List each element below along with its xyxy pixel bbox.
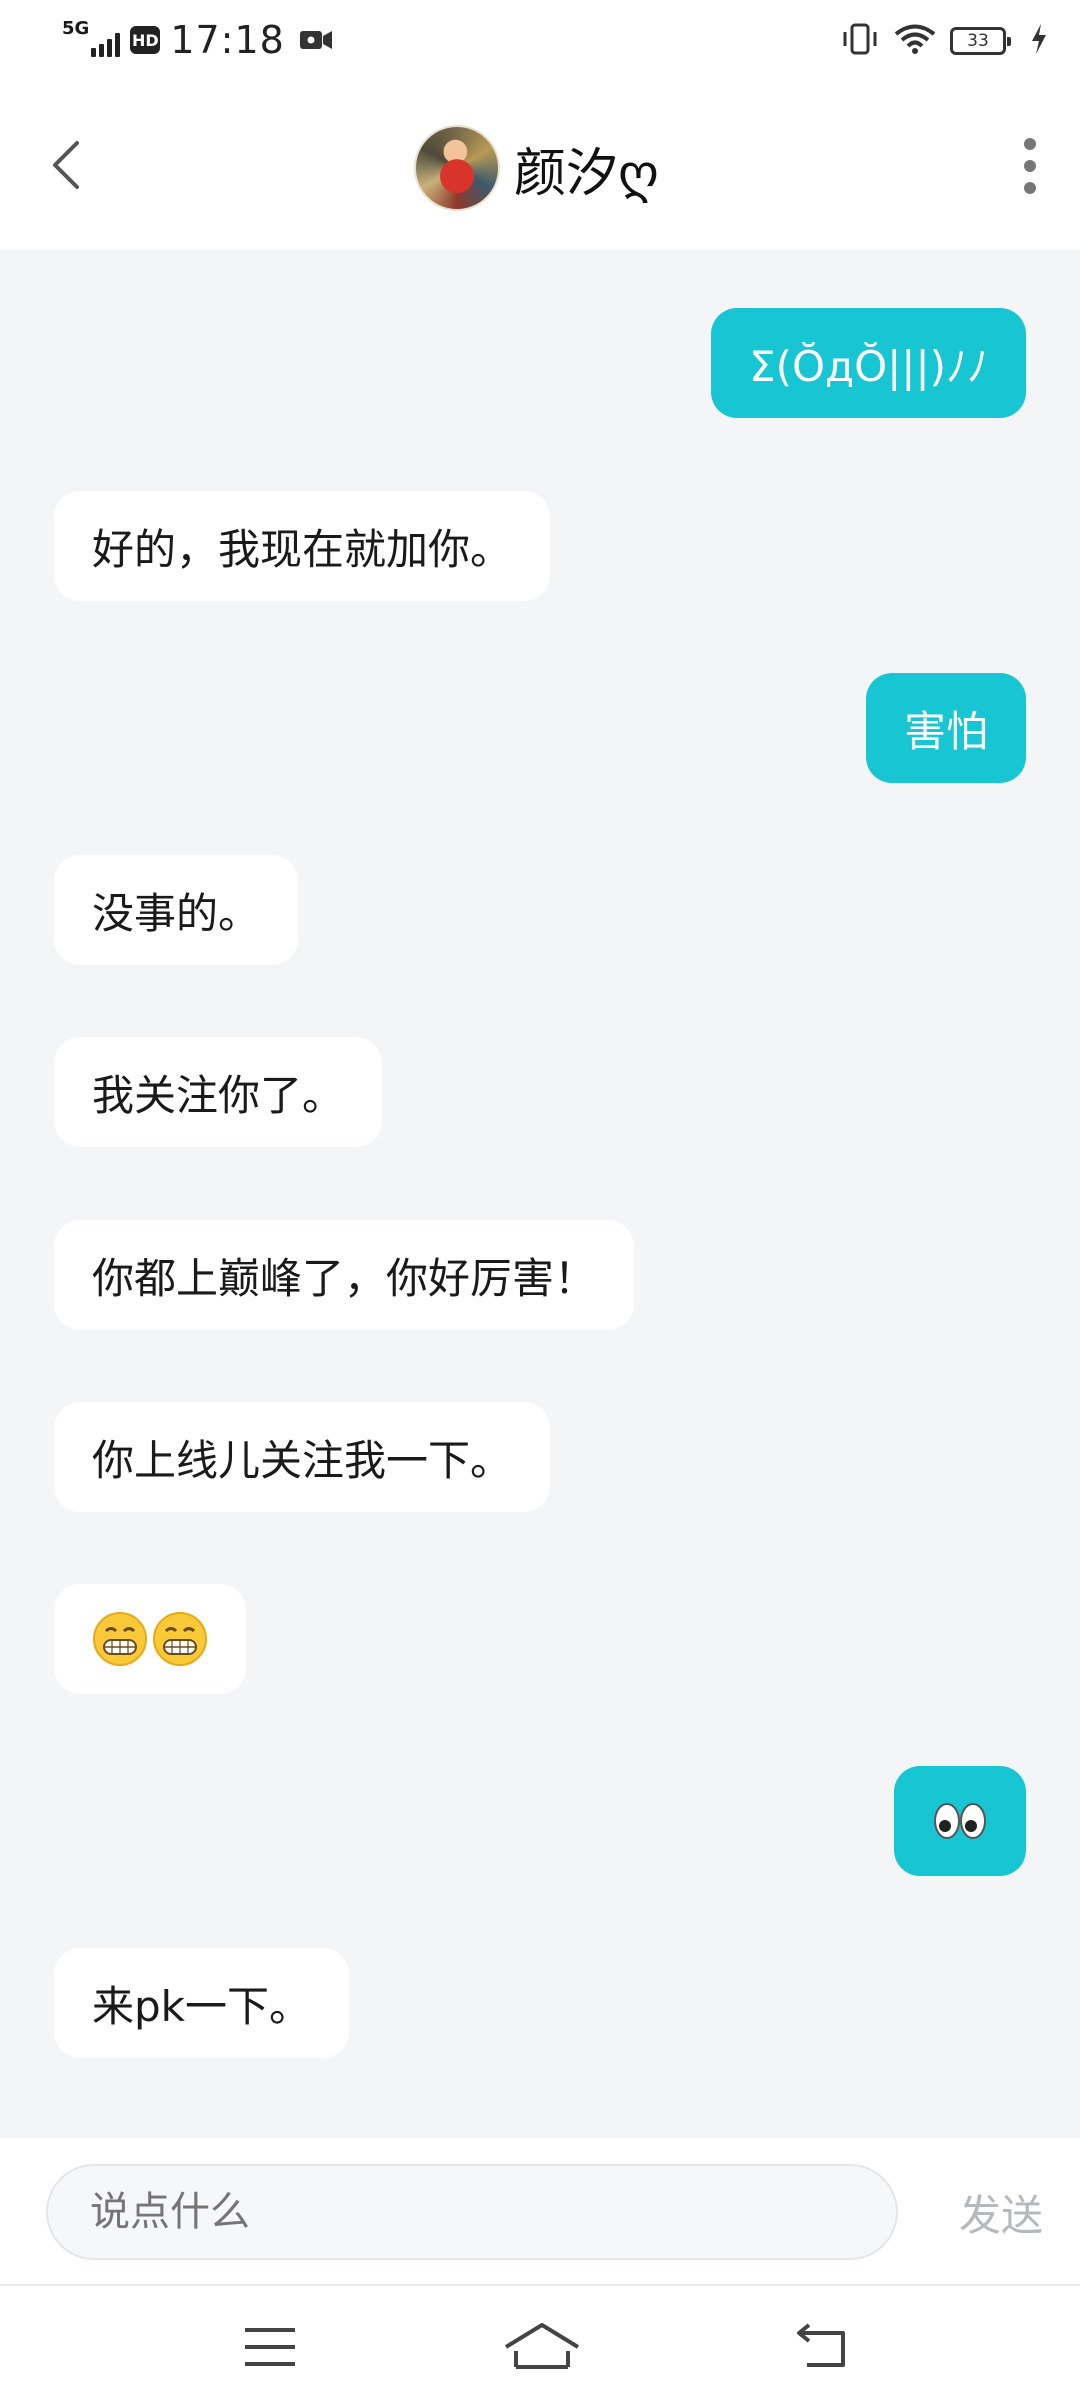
- message-text: 我关注你了。: [92, 1070, 345, 1120]
- message-bubble-outgoing[interactable]: Σ(ŎдŎ|||)ﾉﾉ: [711, 308, 1026, 418]
- message-bubble-outgoing[interactable]: [894, 1766, 1026, 1876]
- system-nav-bar: [0, 2286, 1080, 2408]
- home-icon: [504, 2323, 580, 2369]
- avatar[interactable]: [414, 125, 500, 211]
- message-list[interactable]: Σ(ŎдŎ|||)ﾉﾉ 好的，我现在就加你。 害怕 没事的。 我关注你了。 你都…: [0, 250, 1080, 2138]
- message-text: 你都上巅峰了，你好厉害！: [92, 1253, 597, 1303]
- back-button[interactable]: [38, 132, 94, 198]
- back-icon: [53, 141, 79, 189]
- home-button[interactable]: [500, 2314, 584, 2380]
- status-right: 33: [840, 18, 1048, 64]
- message-input[interactable]: [46, 2164, 898, 2260]
- wifi-icon: [894, 23, 936, 59]
- message-bubble-incoming[interactable]: 来pk一下。: [54, 1948, 349, 2058]
- eyes-emoji: [934, 1803, 986, 1839]
- back-nav-button[interactable]: [783, 2314, 863, 2380]
- charging-icon: [1030, 23, 1048, 59]
- chat-header: 颜汐ღ: [0, 82, 1080, 250]
- message-bubble-incoming[interactable]: 你都上巅峰了，你好厉害！: [54, 1220, 635, 1330]
- hd-icon: HD: [130, 26, 161, 54]
- message-text: 害怕: [903, 706, 988, 756]
- grinning-face-emoji: [93, 1612, 147, 1666]
- message-text: 你上线儿关注我一下。: [92, 1435, 513, 1485]
- message-bubble-incoming[interactable]: 好的，我现在就加你。: [54, 491, 551, 601]
- status-left: 5G HD 17:18: [62, 18, 333, 62]
- video-recording-icon: [299, 28, 333, 52]
- message-bubble-outgoing[interactable]: 害怕: [865, 673, 1026, 783]
- menu-icon: [245, 2328, 295, 2366]
- message-bubble-incoming[interactable]: 没事的。: [54, 855, 299, 965]
- vibrate-icon: [840, 23, 880, 59]
- network-type: 5G: [62, 17, 90, 39]
- message-text: Σ(ŎдŎ|||)ﾉﾉ: [749, 341, 988, 391]
- peer-name: 颜汐ღ: [514, 143, 659, 204]
- peer-info[interactable]: 颜汐ღ: [414, 124, 659, 212]
- message-bubble-incoming[interactable]: [54, 1584, 246, 1694]
- composer: 发送: [0, 2138, 1080, 2284]
- more-icon[interactable]: [1010, 138, 1050, 194]
- menu-button[interactable]: [230, 2314, 310, 2380]
- send-button[interactable]: 发送: [936, 2164, 1066, 2260]
- status-bar: 5G HD 17:18 33: [0, 0, 1080, 82]
- grinning-face-emoji: [153, 1612, 207, 1666]
- battery-icon: 33: [950, 27, 1011, 55]
- message-bubble-incoming[interactable]: 你上线儿关注我一下。: [54, 1402, 551, 1512]
- message-text: 没事的。: [92, 888, 261, 938]
- signal-icon: [91, 31, 121, 57]
- message-text: 来pk一下。: [92, 1981, 311, 2031]
- return-icon: [797, 2323, 845, 2367]
- message-bubble-incoming[interactable]: 我关注你了。: [54, 1037, 383, 1147]
- message-text: 好的，我现在就加你。: [92, 524, 513, 574]
- status-time: 17:18: [170, 18, 285, 62]
